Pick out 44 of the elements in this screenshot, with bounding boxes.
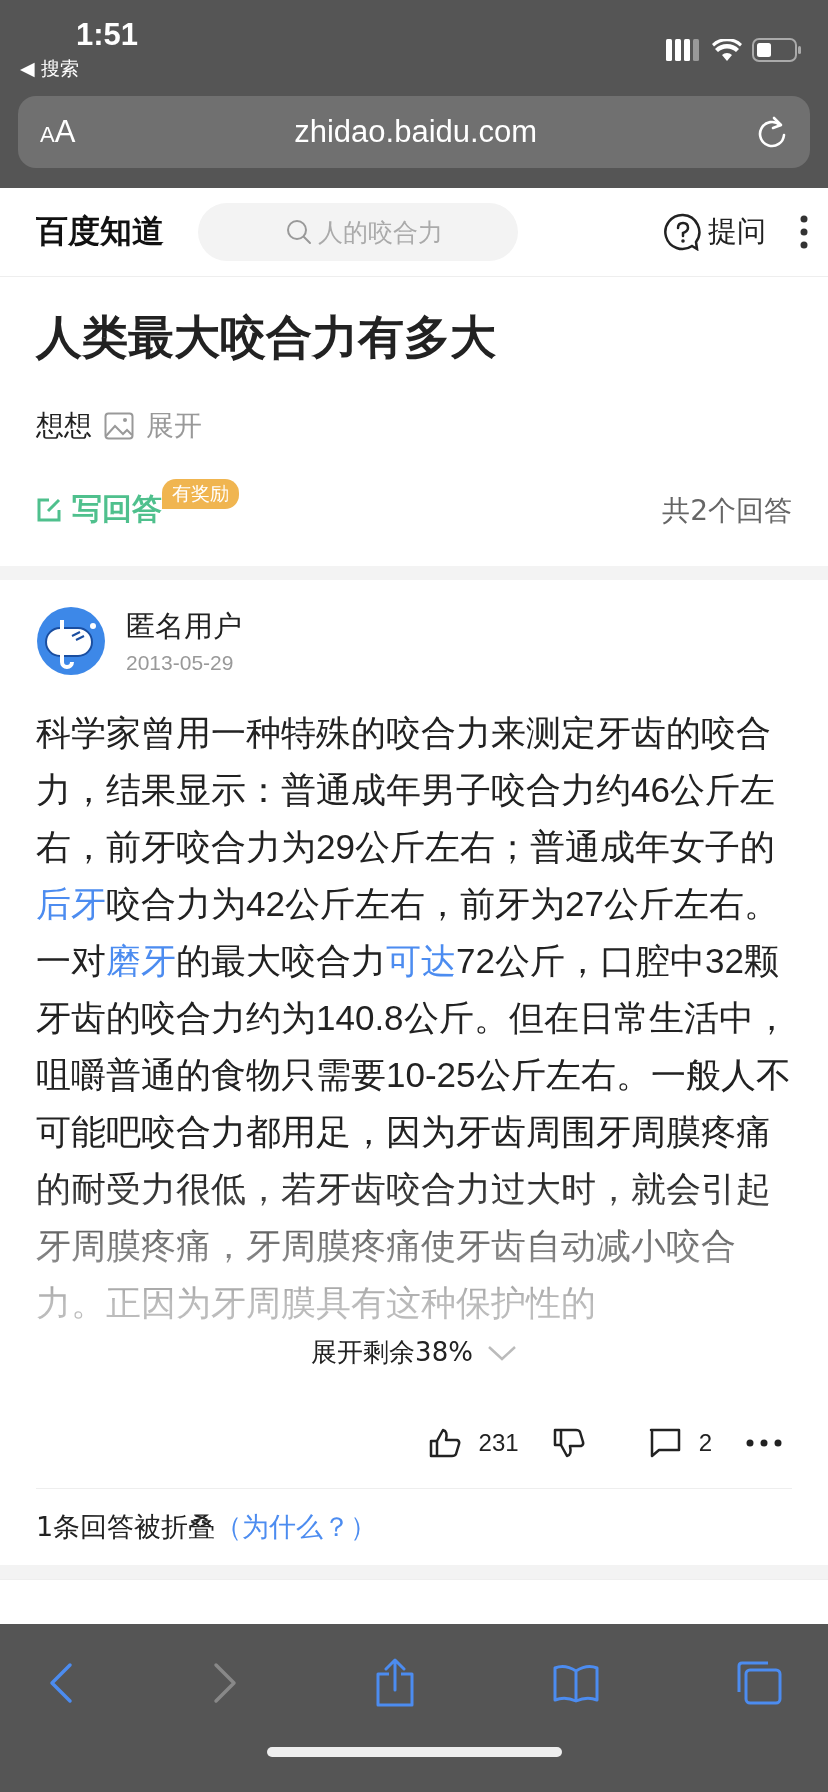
thumbs-up-icon [428, 1428, 461, 1458]
back-to-app-link[interactable]: ◀ 搜索 [20, 56, 139, 82]
expand-more-button[interactable]: 展开剩余38% [311, 1331, 517, 1374]
question-bubble-icon [664, 213, 702, 251]
folded-answers-text: 1条回答被折叠 [36, 1510, 216, 1544]
edit-icon [36, 496, 62, 523]
status-time: 1:51 [76, 18, 139, 52]
forward-icon[interactable] [211, 1662, 238, 1704]
back-icon[interactable] [48, 1662, 74, 1704]
text-size-button[interactable]: AA [40, 114, 76, 150]
why-link[interactable]: （为什么？） [215, 1509, 378, 1545]
answer-count: 共2个回答 [662, 493, 792, 529]
chevron-down-icon [486, 1343, 517, 1362]
answer-text: 科学家曾用一种特殊的咬合力来测定牙齿的咬合力，结果显示：普通成年男子咬合力约46公斤左右，前牙咬合力为29公斤左右；普通成年女子的 后牙咬合力为42公斤左右，前牙为27公斤左右。一对磨牙的最大咬合力可达72公斤，口腔中32颗牙齿的咬合力约为140.8公斤。但在日常生活中，咀嚼普通的食物只需要10-25公斤左右。一般人不可能吧咬合力都用足，因为牙齿周围牙周膜疼痛的耐受力很低，若牙齿咬合力过大时，就会引起牙周膜疼痛，牙周膜疼痛使牙齿自动减小咬合力。正因为牙周膜具有这种保护性的 [36, 712, 792, 1324]
question-title: 人类最大咬合力有多大 [36, 309, 497, 366]
answer-date: 2013-05-29 [126, 651, 235, 675]
comment-button[interactable]: 2 [648, 1428, 712, 1458]
address-bar[interactable]: AA zhidao.baidu.com [18, 96, 810, 168]
more-options-icon[interactable] [746, 1439, 782, 1447]
comment-icon [648, 1428, 681, 1458]
like-button[interactable]: 231 [428, 1428, 519, 1458]
battery-icon [752, 38, 802, 62]
site-logo[interactable]: 百度知道 [36, 210, 164, 254]
share-icon[interactable] [375, 1658, 415, 1708]
reload-icon[interactable] [756, 115, 788, 149]
signal-icon [666, 39, 702, 61]
bookmarks-icon[interactable] [552, 1663, 599, 1703]
search-icon [286, 219, 312, 245]
term-link[interactable]: 磨牙 [106, 941, 176, 980]
reward-badge: 有奖励 [162, 479, 239, 509]
image-icon[interactable] [104, 412, 134, 440]
avatar-icon [36, 606, 106, 676]
wifi-icon [712, 39, 742, 61]
ask-button[interactable]: 提问 [664, 212, 766, 252]
more-menu-icon[interactable] [800, 215, 808, 249]
expand-link[interactable]: 展开 [146, 407, 202, 445]
tabs-icon[interactable] [736, 1660, 782, 1706]
term-link[interactable]: 可达 [386, 941, 456, 980]
url-text: zhidao.baidu.com [294, 114, 538, 150]
asker-name: 想想 [36, 408, 92, 444]
search-field[interactable]: 人的咬合力 [198, 203, 518, 261]
term-link[interactable]: 后牙 [36, 884, 106, 923]
thumbs-down-icon[interactable] [552, 1428, 585, 1458]
user-name[interactable]: 匿名用户 [126, 607, 242, 647]
